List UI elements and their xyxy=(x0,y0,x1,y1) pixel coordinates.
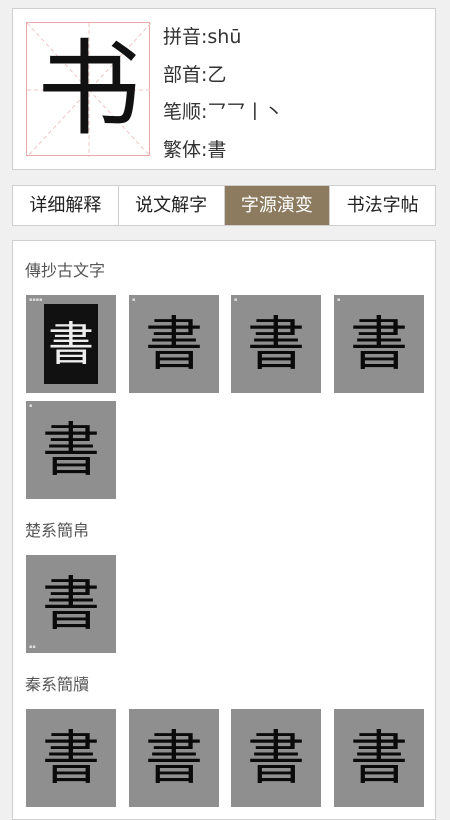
character-info: 拼音:shū 部首:乙 笔顺:乛乛丨丶 繁体:書 xyxy=(163,19,283,169)
glyph-tile[interactable]: 書 xyxy=(231,709,321,807)
etymology-panel: 傳抄古文字 ▪▪▪▪ 書 ▪ 書 ▪ 書 ▪ 書 ▪ 書 楚系簡帛 書 ▪▪ 秦… xyxy=(12,240,436,820)
ancient-glyph: 書 xyxy=(144,310,203,378)
main-character: 书 xyxy=(36,28,141,150)
strokes-row: 笔顺:乛乛丨丶 xyxy=(163,101,284,123)
section-title-chuanchao: 傳抄古文字 xyxy=(25,261,106,280)
tian-grid: 书 xyxy=(26,22,151,157)
ancient-glyph: 書 xyxy=(48,317,94,371)
glyph-tile[interactable]: 書 xyxy=(26,709,116,807)
tab-bar: 详细解释 说文解字 字源演变 书法字帖 xyxy=(12,185,436,226)
glyph-tile[interactable]: ▪ 書 xyxy=(334,295,424,393)
glyph-tile[interactable]: 書 ▪▪ xyxy=(26,555,116,653)
radical-row: 部首:乙 xyxy=(163,63,227,86)
section-title-chu: 楚系簡帛 xyxy=(25,521,90,540)
glyph-tile[interactable]: ▪ 書 xyxy=(231,295,321,393)
glyph-tile[interactable]: 書 xyxy=(334,709,424,807)
source-tag: ▪▪▪▪ xyxy=(29,297,43,303)
tab-shuowen[interactable]: 说文解字 xyxy=(119,186,225,225)
tab-calligraphy[interactable]: 书法字帖 xyxy=(330,186,435,225)
ancient-glyph: 書 xyxy=(246,724,305,792)
ancient-glyph: 書 xyxy=(349,310,408,378)
glyph-tile[interactable]: ▪▪▪▪ 書 xyxy=(26,295,116,393)
ancient-glyph: 書 xyxy=(41,724,100,792)
ancient-glyph: 書 xyxy=(41,416,100,484)
ancient-glyph: 書 xyxy=(144,724,203,792)
source-tag: ▪▪ xyxy=(29,644,36,650)
rubbing-block: 書 xyxy=(44,304,98,384)
tab-detailed-explanation[interactable]: 详细解释 xyxy=(13,186,119,225)
pinyin-row: 拼音:shū xyxy=(163,26,242,48)
character-card: 书 拼音:shū 部首:乙 笔顺:乛乛丨丶 繁体:書 xyxy=(12,8,436,170)
glyph-tile[interactable]: 書 xyxy=(129,709,219,807)
glyph-tile[interactable]: ▪ 書 xyxy=(26,401,116,499)
glyph-tile[interactable]: ▪ 書 xyxy=(129,295,219,393)
ancient-glyph: 書 xyxy=(349,724,408,792)
section-title-qin: 秦系簡牘 xyxy=(25,675,90,694)
ancient-glyph: 書 xyxy=(41,570,100,638)
traditional-row: 繁体:書 xyxy=(163,138,227,161)
ancient-glyph: 書 xyxy=(246,310,305,378)
tab-etymology[interactable]: 字源演变 xyxy=(224,186,331,225)
